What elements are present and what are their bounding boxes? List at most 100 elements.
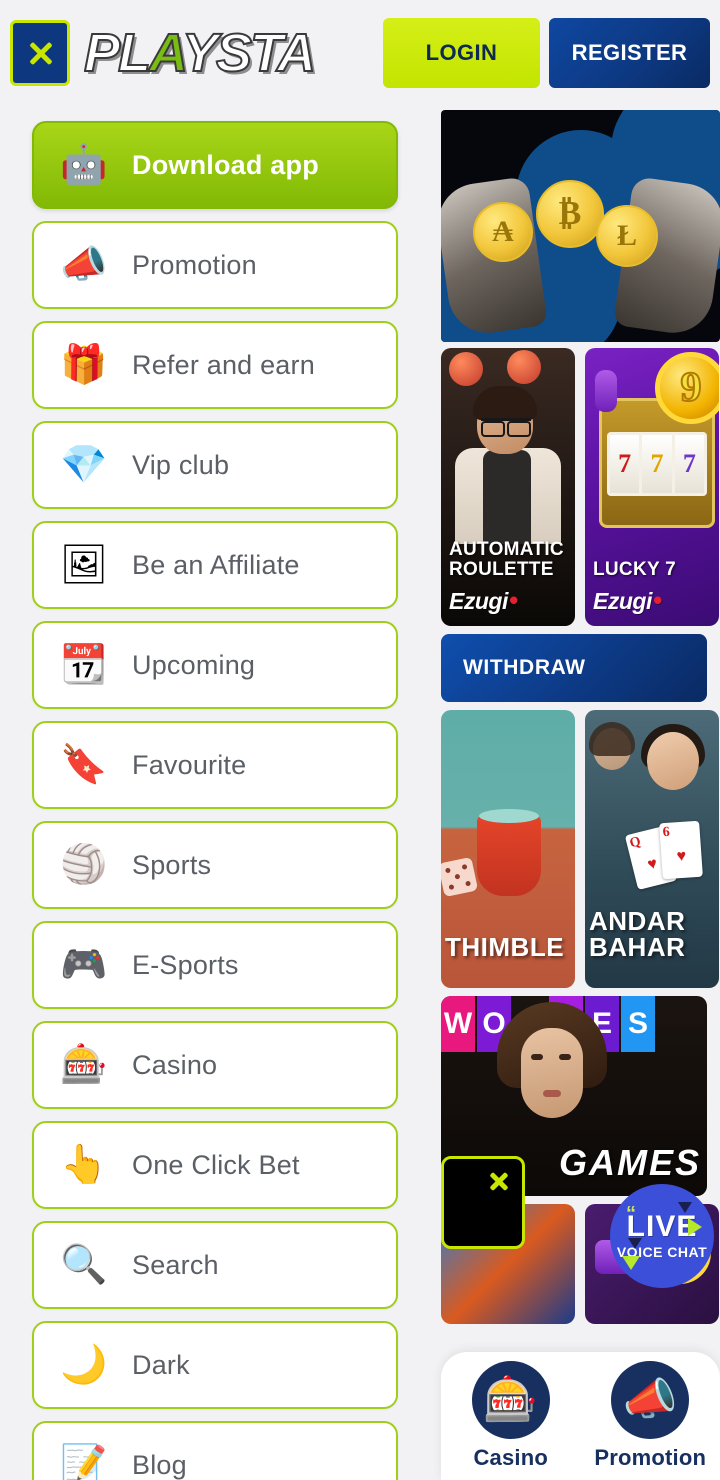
cricket-ball-icon: 🏐 [60,844,108,886]
game-card-title: ANDAR BAHAR [589,908,685,960]
game-card-andar-bahar[interactable]: Q ♥ 6 ♥ ANDAR BAHAR [585,710,719,988]
game-title-line-1: AUTOMATIC [449,539,564,561]
reel-symbol: 7 [674,435,704,493]
sidebar-item-label: One Click Bet [132,1149,300,1180]
player-illustration [647,732,699,790]
sidebar-item-vip-club[interactable]: 💎 Vip club [32,421,398,509]
crypto-promo-banner[interactable]: ₳ ₿ Ł [441,110,720,342]
game-card-row-1: AUTOMATIC ROULETTE Ezugi 7 7 7 9 LUCKY 7… [441,348,720,626]
live-voice-chat-badge[interactable]: “ LIVE VOICE CHAT [610,1184,714,1288]
sidebar-item-e-sports[interactable]: 🎮 E-Sports [32,921,398,1009]
close-icon[interactable] [488,1171,510,1193]
coin-icon: Ł [596,205,658,267]
banner-tile: W [441,996,475,1052]
player-illustration [589,722,635,756]
sidebar-item-search[interactable]: 🔍 Search [32,1221,398,1309]
withdraw-button[interactable]: WITHDRAW [441,634,707,702]
games-banner-title: GAMES [558,1142,701,1183]
sidebar-item-promotion[interactable]: 📣 Promotion [32,221,398,309]
sidebar-item-label: Refer and earn [132,349,315,380]
banner-tile: S [621,996,655,1052]
sidebar-menu[interactable]: 🤖 Download app 📣 Promotion 🎁 Refer and earn 💎 V… [0,107,432,1480]
sidebar-item-dark[interactable]: 🌙 Dark [32,1321,398,1409]
android-icon: 🤖 [60,144,108,186]
triangle-decoration [622,1256,640,1270]
header: PLAYSTA LOGIN REGISTER [0,0,720,107]
game-card-title: AUTOMATIC ROULETTE [449,540,564,580]
brand-logo[interactable]: PLAYSTA [84,20,374,86]
playing-card-icon: 6 ♥ [659,820,703,880]
quote-icon: “ [626,1203,636,1225]
app-root: PLAYSTA LOGIN REGISTER 🤖 Download app 📣 Pro… [0,0,720,1480]
billboard-icon: 🖼 [59,544,109,586]
dice-icon [441,856,479,898]
lamp-icon [507,350,541,384]
game-card-thimble[interactable]: THIMBLE [441,710,575,988]
sidebar-item-label: Sports [132,849,212,880]
close-menu-button[interactable] [10,20,70,86]
sidebar-item-download-app[interactable]: 🤖 Download app [32,121,398,209]
dealer-illustration [455,386,561,544]
game-title-line-2: ROULETTE [449,559,554,581]
megaphone-icon: 📣 [611,1361,690,1439]
cup-icon [477,809,541,896]
sidebar-item-label: Favourite [132,749,247,780]
gift-icon: 🎁 [60,344,108,386]
reel-symbol: 7 [610,435,640,493]
sidebar-item-favourite[interactable]: 🔖 Favourite [32,721,398,809]
sidebar-item-label: Dark [132,1349,190,1380]
game-card-row-2: THIMBLE Q ♥ 6 ♥ ANDAR BAHAR [441,710,720,988]
tap-hand-icon: 👆 [60,1144,108,1186]
floating-popup-panel[interactable] [441,1156,525,1249]
triangle-decoration [688,1218,702,1236]
coin-icon: ₳ [473,202,533,262]
bottom-nav-label: Casino [473,1445,549,1470]
game-card-automatic-roulette[interactable]: AUTOMATIC ROULETTE Ezugi [441,348,575,626]
bottom-nav-item-casino[interactable]: 🎰 Casino [451,1361,571,1471]
triangle-decoration [678,1202,692,1213]
sidebar-item-label: Download app [132,149,319,180]
sidebar-item-label: Vip club [132,449,230,480]
casino-chip-icon: 🎰 [60,1044,108,1086]
slot-lever-icon [595,370,617,412]
bottom-nav-item-promotion[interactable]: 📣 Promotion [590,1361,710,1471]
gamepad-icon: 🎮 [60,944,108,986]
register-button[interactable]: REGISTER [549,18,710,88]
triangle-decoration [628,1238,642,1249]
casino-chip-icon: 🎰 [471,1361,550,1439]
slot-reels: 7 7 7 [607,432,707,496]
sidebar-item-label: E-Sports [132,949,239,980]
magnifier-icon: 🔍 [60,1244,108,1286]
bottom-navigation[interactable]: 🎰 Casino 📣 Promotion [441,1352,720,1480]
login-button[interactable]: LOGIN [383,18,540,88]
sidebar-item-label: Casino [132,1049,218,1080]
sidebar-item-label: Blog [132,1449,187,1480]
games-banner-wrapper: W O M E S GAMES “ LIVE [441,996,720,1288]
star-bookmark-icon: 🔖 [60,744,108,786]
megaphone-icon: 📣 [60,244,108,286]
sidebar-item-sports[interactable]: 🏐 Sports [32,821,398,909]
game-title-line-2: BAHAR [589,932,686,962]
logo-accent-letter: A [148,23,185,83]
sidebar-item-blog[interactable]: 📝 Blog [32,1421,398,1480]
reel-symbol: 7 [642,435,672,493]
jackpot-coin-icon: 9 [655,352,719,424]
sidebar-item-label: Search [132,1249,219,1280]
sidebar-item-be-an-affiliate[interactable]: 🖼 Be an Affiliate [32,521,398,609]
sidebar-item-one-click-bet[interactable]: 👆 One Click Bet [32,1121,398,1209]
logo-part-1: PL [84,23,152,83]
sidebar-item-upcoming[interactable]: 📆 Upcoming [32,621,398,709]
logo-text: PLAYSTA [84,23,317,83]
sidebar-item-casino[interactable]: 🎰 Casino [32,1021,398,1109]
main-content: ₳ ₿ Ł AUTOMATIC ROULETTE Ezugi • 7 7 7 9… [441,110,720,1480]
close-icon [25,38,55,68]
bitcoin-icon: ₿ [536,180,604,248]
logo-part-2: YSTA [181,23,317,83]
game-card-lucky-7[interactable]: 7 7 7 9 LUCKY 7 Ezugi [585,348,719,626]
gem-icon: 💎 [60,444,108,486]
bottom-nav-label: Promotion [594,1445,707,1470]
banner-tile-letter: W [443,1007,473,1040]
sidebar-item-refer-and-earn[interactable]: 🎁 Refer and earn [32,321,398,409]
sidebar-item-label: Be an Affiliate [132,549,300,580]
lamp-icon [449,352,483,386]
